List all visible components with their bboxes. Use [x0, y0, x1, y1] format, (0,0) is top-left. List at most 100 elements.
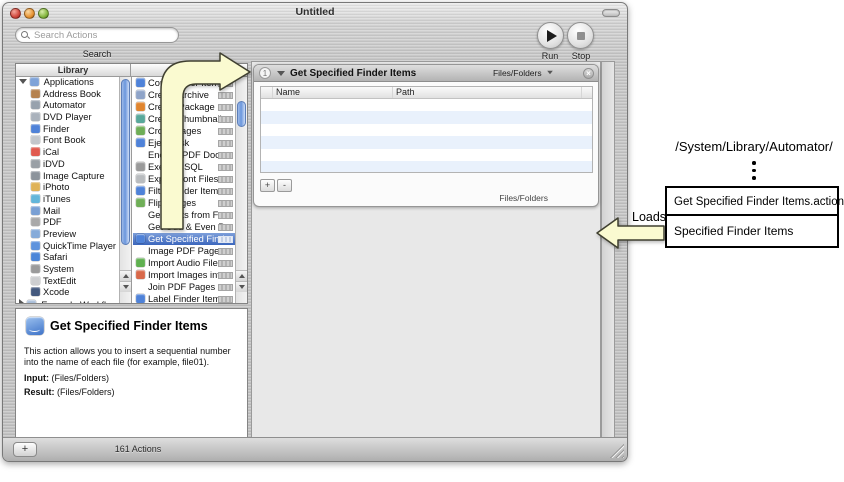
sidebar-item[interactable]: TextEdit — [16, 276, 119, 288]
close-action-button[interactable]: × — [583, 68, 594, 79]
sidebar-item[interactable]: Image Capture — [16, 171, 119, 183]
remove-item-button[interactable]: - — [277, 179, 292, 192]
sidebar-item[interactable]: Font Book — [16, 135, 119, 147]
actions-scrollbar[interactable] — [235, 77, 247, 303]
action-list-item[interactable]: Filter Finder Items — [133, 185, 236, 197]
preview-icon — [31, 229, 40, 238]
search-field[interactable] — [15, 27, 179, 43]
sidebar-item-label: iTunes — [43, 194, 71, 204]
relevance-bar — [218, 80, 233, 87]
library-column-header[interactable]: Library — [16, 64, 131, 76]
sidebar-item[interactable]: iDVD — [16, 159, 119, 171]
action-list-item[interactable]: Get Odd & Even Pa — [133, 221, 236, 233]
action-list-item[interactable]: Eject Disk — [133, 137, 236, 149]
action-item-label: Label Finder Item: — [148, 294, 223, 303]
action-card-title: Get Specified Finder Items — [290, 65, 416, 82]
sidebar-item[interactable]: Safari — [16, 252, 119, 264]
sidebar-item[interactable]: Mail — [16, 206, 119, 218]
action-list-item[interactable]: Create Thumbnail — [133, 113, 236, 125]
zoom-window-button[interactable] — [38, 8, 49, 19]
actions-column: Copy Finder Items Create Archive Create … — [133, 77, 247, 303]
action-column-header[interactable] — [131, 64, 247, 76]
action-list-item[interactable]: Get Fonts from Fo — [133, 209, 236, 221]
disclosure-triangle-icon[interactable] — [19, 79, 27, 84]
action-list-item[interactable]: Create Archive — [133, 89, 236, 101]
action-list-item[interactable]: Flip Images — [133, 197, 236, 209]
action-list-item[interactable]: Image PDF Pages — [133, 245, 236, 257]
sidebar-item[interactable]: iTunes — [16, 194, 119, 206]
sidebar-item[interactable]: Automator — [16, 100, 119, 112]
relevance-bar — [218, 212, 233, 219]
scroll-up-button[interactable] — [236, 270, 247, 281]
info-description: This action allows you to insert a seque… — [24, 346, 244, 367]
action-list-item[interactable]: Join PDF Pages — [133, 281, 236, 293]
sidebar-item-label: Xcode — [43, 287, 69, 297]
finder-action-icon — [136, 78, 145, 87]
search-icon — [21, 31, 28, 38]
workflow-scrollbar-track[interactable] — [601, 61, 615, 439]
sidebar-item[interactable]: Xcode — [16, 287, 119, 299]
action-list-item[interactable]: Execute SQL — [133, 161, 236, 173]
add-item-button[interactable]: + — [260, 179, 275, 192]
scroll-down-button[interactable] — [120, 281, 131, 292]
sidebar-item[interactable]: PDF — [16, 217, 119, 229]
scroll-up-button[interactable] — [120, 270, 131, 281]
sidebar-item[interactable]: iPhoto — [16, 182, 119, 194]
action-list-item[interactable]: Label Finder Item: — [133, 293, 236, 303]
action-list-item[interactable]: Export Font Files — [133, 173, 236, 185]
library-root-row[interactable]: Applications — [16, 77, 119, 89]
toolbar-pill-button[interactable] — [602, 9, 620, 17]
archive-action-icon — [136, 90, 145, 99]
table-row[interactable] — [261, 124, 592, 136]
name-column-header[interactable]: Name — [273, 87, 393, 98]
example-workflows-row[interactable]: Example Workflows — [16, 299, 119, 303]
sidebar-item[interactable]: Preview — [16, 229, 119, 241]
table-row[interactable] — [261, 161, 592, 172]
action-list-item[interactable]: Crop Images — [133, 125, 236, 137]
table-row[interactable] — [261, 149, 592, 161]
sidebar-item[interactable]: Finder — [16, 124, 119, 136]
action-list-item[interactable]: Copy Finder Items — [133, 77, 236, 89]
type-popup-button[interactable]: Files/Folders — [493, 65, 554, 82]
minimize-window-button[interactable] — [24, 8, 35, 19]
table-row[interactable] — [261, 136, 592, 148]
scroll-down-button[interactable] — [236, 281, 247, 292]
action-list-item[interactable]: Import Audio File — [133, 257, 236, 269]
action-list-item[interactable]: Encrypt PDF Docu — [133, 149, 236, 161]
table-row[interactable] — [261, 99, 592, 111]
action-card-header[interactable]: 1 Get Specified Finder Items Files/Folde… — [254, 65, 598, 82]
path-column-header[interactable]: Path — [393, 87, 582, 98]
action-list-item[interactable]: Get Specified Find — [133, 233, 236, 245]
relevance-bar — [218, 128, 233, 135]
example-workflows-label: Example Workflows — [41, 300, 119, 303]
sidebar-item-label: Mail — [43, 206, 60, 216]
sidebar-item[interactable]: Address Book — [16, 89, 119, 101]
library-scrollbar[interactable] — [119, 77, 131, 303]
relevance-bar — [218, 92, 233, 99]
run-button[interactable] — [537, 22, 564, 49]
sidebar-item[interactable]: QuickTime Player — [16, 241, 119, 253]
action-list-item[interactable]: Create Package — [133, 101, 236, 113]
stop-button[interactable] — [567, 22, 594, 49]
action-item-label: Eject Disk — [148, 138, 189, 148]
disclosure-triangle-icon[interactable] — [277, 71, 285, 76]
sidebar-item-label: Finder — [43, 124, 69, 134]
scrollbar-thumb[interactable] — [237, 101, 246, 127]
title-bar[interactable]: Untitled — [3, 3, 627, 23]
action-item-label: Get Specified Find — [148, 234, 224, 244]
resize-grip[interactable] — [607, 441, 624, 458]
close-window-button[interactable] — [10, 8, 21, 19]
scrollbar-thumb[interactable] — [121, 79, 130, 245]
action-list-item[interactable]: Import Images int — [133, 269, 236, 281]
sidebar-item[interactable]: DVD Player — [16, 112, 119, 124]
search-input[interactable] — [34, 29, 174, 41]
sidebar-item[interactable]: System — [16, 264, 119, 276]
audio-action-icon — [136, 258, 145, 267]
disclosure-triangle-icon[interactable] — [19, 299, 24, 303]
action-item-label: Create Archive — [148, 90, 209, 100]
sidebar-item-label: Safari — [43, 252, 67, 262]
sidebar-item[interactable]: iCal — [16, 147, 119, 159]
table-body — [261, 99, 592, 172]
action-item-label: Execute SQL — [148, 162, 203, 172]
table-row[interactable] — [261, 111, 592, 123]
